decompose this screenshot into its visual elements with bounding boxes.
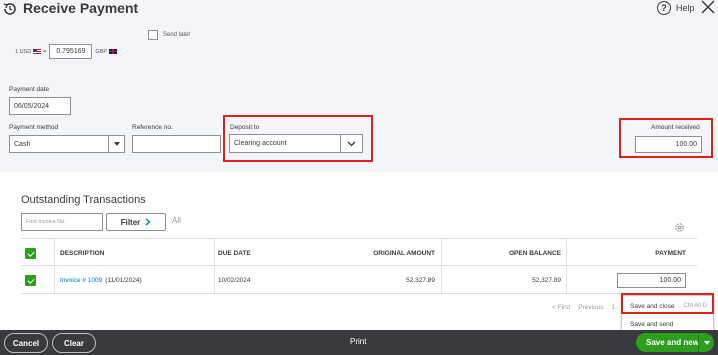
select-all-checkbox[interactable] — [25, 248, 36, 259]
reference-input[interactable] — [132, 135, 221, 153]
col-due-date: DUE DATE — [218, 249, 251, 257]
all-filter-label[interactable]: All — [172, 216, 181, 225]
col-payment: PAYMENT — [655, 249, 686, 257]
exchange-base-label: 1 USD — [15, 48, 32, 55]
original-amount-cell: 52,327.89 — [406, 276, 435, 284]
exchange-rate: 1 USD = 0.795169 GBP — [15, 44, 119, 59]
send-later-checkbox[interactable] — [148, 30, 158, 40]
clear-button[interactable]: Clear — [52, 333, 96, 353]
filter-label: Filter — [120, 217, 141, 227]
payment-date-label: Payment date — [9, 86, 50, 93]
payment-method-select[interactable]: Cash — [9, 135, 125, 153]
payment-input[interactable]: 100.00 — [617, 273, 686, 288]
save-and-new-label: Save and new — [646, 338, 699, 347]
payment-method-label: Payment method — [9, 124, 59, 131]
table-header: DESCRIPTION DUE DATE ORIGINAL AMOUNT OPE… — [21, 238, 697, 266]
uk-flag-icon — [109, 49, 118, 54]
first-page-link[interactable]: < First — [552, 304, 570, 311]
close-icon[interactable] — [701, 0, 715, 14]
col-description: DESCRIPTION — [60, 249, 105, 257]
col-original-amount: ORIGINAL AMOUNT — [373, 249, 435, 257]
us-flag-icon — [33, 49, 42, 54]
payment-date-input[interactable]: 06/05/2024 — [9, 97, 71, 115]
page-range: 1- — [611, 304, 618, 311]
description-cell: Invoice # 1009 (11/01/2024) — [60, 266, 142, 294]
row-checkbox[interactable] — [25, 275, 36, 286]
exchange-rate-input[interactable]: 0.795169 — [49, 44, 93, 59]
footer-bar: Cancel Clear Print — [0, 330, 718, 355]
cancel-button[interactable]: Cancel — [4, 333, 48, 353]
previous-page-link[interactable]: Previous — [578, 304, 603, 311]
gear-icon[interactable] — [674, 222, 685, 233]
send-later-label: Send later — [163, 32, 191, 38]
due-date-cell: 10/02/2024 — [218, 276, 251, 284]
save-and-new-button[interactable]: Save and new — [636, 333, 714, 352]
page-title: Receive Payment — [23, 0, 139, 16]
pagination: < First Previous 1- — [552, 304, 617, 311]
caret-down-icon — [703, 340, 710, 345]
amount-received-highlight — [619, 118, 713, 158]
help-label: Help — [676, 3, 695, 13]
open-balance-cell: 52,327.89 — [532, 276, 561, 284]
find-invoice-input[interactable]: Find Invoice No. — [21, 213, 103, 231]
outstanding-title: Outstanding Transactions — [21, 194, 146, 206]
chevron-right-icon — [145, 218, 151, 226]
invoice-date: (11/01/2024) — [105, 276, 142, 284]
table-row: Invoice # 1009 (11/01/2024) 10/02/2024 5… — [21, 266, 697, 294]
exchange-equals: = — [43, 48, 47, 55]
save-and-close-highlight — [621, 293, 714, 314]
deposit-to-highlight — [223, 115, 373, 162]
chevron-down-icon[interactable] — [108, 136, 124, 152]
payment-method-value: Cash — [14, 140, 31, 148]
exchange-quote-label: GBP — [95, 48, 108, 55]
help-icon: ? — [657, 1, 671, 15]
help-button[interactable]: ? Help — [657, 0, 695, 16]
reference-label: Reference no. — [132, 124, 173, 131]
header: Receive Payment ? Help — [0, 0, 718, 20]
history-icon[interactable] — [2, 1, 18, 17]
col-open-balance: OPEN BALANCE — [508, 249, 561, 257]
send-later-toggle[interactable]: Send later — [148, 30, 190, 40]
invoice-link[interactable]: Invoice # 1009 — [60, 277, 102, 284]
filter-button[interactable]: Filter — [106, 213, 166, 231]
save-options-toggle[interactable] — [698, 333, 714, 352]
print-button[interactable]: Print — [350, 337, 366, 346]
